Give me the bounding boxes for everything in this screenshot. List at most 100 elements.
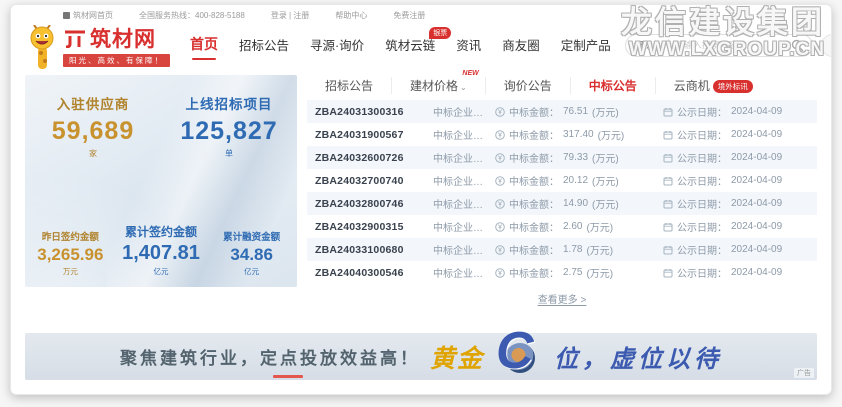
date-prefix: 公示日期： xyxy=(677,196,727,211)
tab-label: 招标公告 xyxy=(325,79,373,93)
table-row[interactable]: ZBA24031300316 中标企业：苏州沪南新型建材科技有限公司 中标金额：… xyxy=(307,100,817,123)
view-more-link[interactable]: 查看更多 > xyxy=(538,295,587,306)
winning-company: 中标企业：南通贝特给水设备科技有限公司 xyxy=(433,219,495,234)
nav-item[interactable]: 资讯 xyxy=(456,29,481,62)
table-row[interactable]: ZBA24031900567 中标企业：山东华威建筑科技有限公司 中标金额：31… xyxy=(307,123,817,146)
topbar-link[interactable]: 全国服务热线：400-828-5188 xyxy=(139,10,245,21)
winning-company: 中标企业：苏州沪南新型建材科技有限公司 xyxy=(433,150,495,165)
nav-item[interactable]: 招标公告 xyxy=(239,29,289,62)
announcement-tab[interactable]: 中标公告 xyxy=(570,77,655,94)
topbar-link-label: 免费注册 xyxy=(393,10,425,21)
amount-value: 79.33 xyxy=(563,152,588,163)
calendar-icon xyxy=(663,130,673,140)
date-value: 2024-04-09 xyxy=(731,267,782,278)
amount-value: 20.12 xyxy=(563,175,588,186)
date-prefix: 公示日期： xyxy=(677,242,727,257)
stat-yesterday-amount: 昨日签约金额 3,265.96 万元 xyxy=(25,229,116,277)
main-nav: 首页 招标公告 寻源·询价 筑材云链 银票 xyxy=(190,28,611,62)
amount-unit: (万元) xyxy=(586,265,613,280)
amount-value: 2.60 xyxy=(563,221,582,232)
publish-date: 公示日期：2024-04-09 xyxy=(663,242,809,257)
amount-unit: (万元) xyxy=(586,219,613,234)
stat-unit: 家 xyxy=(25,148,161,159)
winning-company: 中标企业：徐州发华电气设备销售有限公司 xyxy=(433,196,495,211)
date-value: 2024-04-09 xyxy=(731,175,782,186)
table-row[interactable]: ZBA24032700740 中标企业：钟震消防器材贸易（南京）有... 中标金… xyxy=(307,169,817,192)
yuan-circle-icon xyxy=(495,130,505,140)
amount-prefix: 中标金额： xyxy=(509,173,559,188)
company-prefix: 中标企业： xyxy=(433,200,483,211)
login-register-button[interactable]: 登录+注册 xyxy=(821,34,832,57)
project-code: ZBA24033100680 xyxy=(315,244,433,256)
announcement-tab[interactable]: 云商机境外标讯 xyxy=(655,77,771,94)
nav-item-label: 定制产品 xyxy=(561,39,611,53)
topbar-link[interactable]: 筑材网首页 xyxy=(63,10,113,21)
nav-item[interactable]: 筑材云链 银票 xyxy=(385,29,435,62)
nav-item[interactable]: 定制产品 xyxy=(561,29,611,62)
nav-item[interactable]: 首页 xyxy=(190,28,218,62)
award-amount: 中标金额：2.75(万元) xyxy=(495,265,663,280)
company-prefix: 中标企业： xyxy=(433,154,483,165)
table-row[interactable]: ZBA24033100680 中标企业：南京美可莉机电工程有限公司 中标金额：1… xyxy=(307,238,817,261)
ad-banner[interactable]: 聚焦建筑行业，定点投放效益高！ 黄金 C 位，虚位以待 广告 xyxy=(25,333,817,380)
banner-slogan: 聚焦建筑行业，定点投放效益高！ xyxy=(120,344,420,369)
amount-prefix: 中标金额： xyxy=(509,265,559,280)
winning-company: 中标企业：上海青安实业有限公司 xyxy=(433,265,495,280)
stat-value: 34.86 xyxy=(206,245,297,265)
giraffe-mascot-icon xyxy=(25,25,59,71)
project-code: ZBA24031900567 xyxy=(315,129,433,141)
site-logo[interactable]: 筑材网 阳光、高效、有保障！ xyxy=(25,23,170,67)
company-prefix: 中标企业： xyxy=(433,246,483,257)
topbar-link[interactable]: 免费注册 xyxy=(393,10,425,21)
search-button[interactable] xyxy=(791,39,804,52)
award-amount: 中标金额：1.78(万元) xyxy=(495,242,663,257)
stat-unit: 亿元 xyxy=(206,266,297,277)
calendar-icon xyxy=(663,107,673,117)
table-row[interactable]: ZBA24040300546 中标企业：上海青安实业有限公司 中标金额：2.75… xyxy=(307,261,817,284)
logo-tagline: 阳光、高效、有保障！ xyxy=(63,54,170,67)
date-prefix: 公示日期： xyxy=(677,265,727,280)
table-row[interactable]: ZBA24032800746 中标企业：徐州发华电气设备销售有限公司 中标金额：… xyxy=(307,192,817,215)
announcement-tab[interactable]: 招标公告 xyxy=(307,77,391,94)
date-value: 2024-04-09 xyxy=(731,198,782,209)
topbar-link-label: 登录 | 注册 xyxy=(271,10,310,21)
winning-company: 中标企业：山东华威建筑科技有限公司 xyxy=(433,127,495,142)
publish-date: 公示日期：2024-04-09 xyxy=(663,104,809,119)
date-value: 2024-04-09 xyxy=(731,129,782,140)
nav-item[interactable]: 商友圈 xyxy=(502,29,540,62)
tab-label: 建材价格 xyxy=(410,79,458,93)
announcement-tab[interactable]: 询价公告 xyxy=(485,77,570,94)
amount-value: 76.51 xyxy=(563,106,588,117)
project-code: ZBA24032800746 xyxy=(315,198,433,210)
topbar-link[interactable]: 帮助中心 xyxy=(335,10,367,21)
announcements-panel: 招标公告 NEW 建材价格⌄ 询价公告 中标公告 xyxy=(307,75,817,308)
amount-prefix: 中标金额： xyxy=(509,196,559,211)
carousel-indicator[interactable] xyxy=(273,375,303,378)
date-prefix: 公示日期： xyxy=(677,150,727,165)
topbar-link[interactable]: 登录 | 注册 xyxy=(271,10,310,21)
announcement-tab[interactable]: NEW 建材价格⌄ xyxy=(391,77,485,94)
company-prefix: 中标企业： xyxy=(433,177,483,188)
amount-unit: (万元) xyxy=(586,242,613,257)
announcement-tabs: 招标公告 NEW 建材价格⌄ 询价公告 中标公告 xyxy=(307,75,817,100)
amount-unit: (万元) xyxy=(592,173,619,188)
stat-label: 累计签约金额 xyxy=(116,223,207,240)
project-code: ZBA24032700740 xyxy=(315,175,433,187)
table-row[interactable]: ZBA24032900315 中标企业：南通贝特给水设备科技有限公司 中标金额：… xyxy=(307,215,817,238)
table-row[interactable]: ZBA24032600726 中标企业：苏州沪南新型建材科技有限公司 中标金额：… xyxy=(307,146,817,169)
banner-right-text: 位，虚位以待 xyxy=(554,339,722,374)
search-category-dropdown[interactable]: 招标 ▼ xyxy=(634,38,662,52)
nav-item[interactable]: 寻源·询价 xyxy=(310,29,364,62)
amount-prefix: 中标金额： xyxy=(509,219,559,234)
stat-total-signed: 累计签约金额 1,407.81 亿元 xyxy=(116,223,207,277)
date-prefix: 公示日期： xyxy=(677,219,727,234)
project-code: ZBA24031300316 xyxy=(315,106,433,118)
stat-value: 125,827 xyxy=(161,117,297,146)
search-input[interactable] xyxy=(675,40,791,50)
yuan-circle-icon xyxy=(495,107,505,117)
nav-item-label: 寻源·询价 xyxy=(310,39,364,53)
stat-projects: 上线招标项目 125,827 单 xyxy=(161,93,297,159)
stat-unit: 单 xyxy=(161,148,297,159)
new-badge: NEW xyxy=(462,70,478,77)
amount-unit: (万元) xyxy=(592,104,619,119)
